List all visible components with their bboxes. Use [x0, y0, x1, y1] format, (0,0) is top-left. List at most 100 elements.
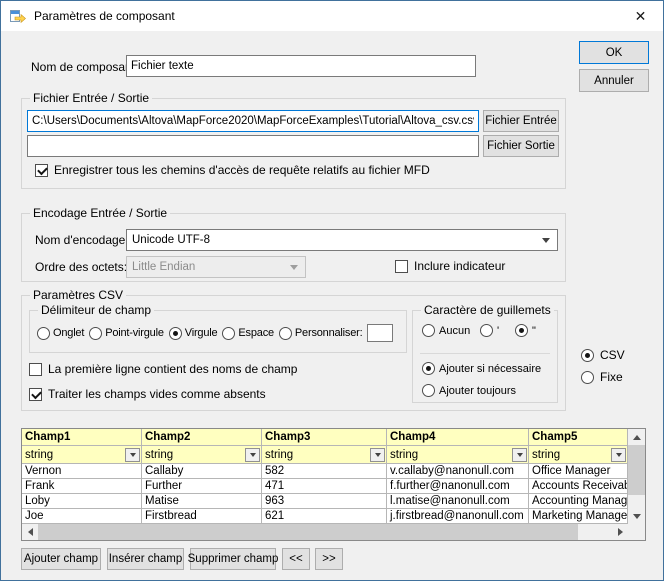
first-row-names-label: La première ligne contient des noms de c… — [48, 362, 297, 376]
chevron-down-icon[interactable] — [611, 448, 626, 462]
type-value: string — [390, 449, 418, 461]
checkbox-icon — [395, 260, 408, 273]
grid-cell[interactable]: Callaby — [142, 464, 262, 479]
encoding-name-dropdown[interactable]: Unicode UTF-8 — [126, 229, 558, 251]
radio-format-csv-label: CSV — [600, 348, 625, 362]
grid-cell[interactable]: Joe — [22, 509, 142, 524]
grid-cell[interactable]: Office Manager — [529, 464, 628, 479]
radio-format-csv[interactable]: CSV — [581, 348, 625, 362]
scroll-left-icon[interactable] — [22, 524, 38, 540]
scrollbar-corner — [628, 524, 645, 540]
radio-icon — [222, 327, 235, 340]
vertical-scrollbar[interactable] — [628, 429, 645, 524]
csv-settings-group-title: Paramètres CSV — [30, 288, 126, 302]
radio-semicolon[interactable]: Point-virgule — [89, 327, 164, 340]
radio-add-if-needed[interactable]: Ajouter si nécessaire — [422, 362, 541, 375]
output-file-button[interactable]: Fichier Sortie — [483, 135, 559, 157]
grid-cell[interactable]: Loby — [22, 494, 142, 509]
column-header[interactable]: Champ5 — [529, 429, 628, 446]
grid-cell[interactable]: Further — [142, 479, 262, 494]
table-row: Joe Firstbread 621 j.firstbread@nanonull… — [22, 509, 628, 524]
type-cell[interactable]: string — [22, 446, 142, 464]
grid-cell[interactable]: f.further@nanonull.com — [387, 479, 529, 494]
type-row: string string string string string — [22, 446, 628, 464]
grid-cell[interactable]: 621 — [262, 509, 387, 524]
type-cell[interactable]: string — [387, 446, 529, 464]
input-file-button[interactable]: Fichier Entrée — [483, 110, 559, 132]
empty-as-absent-checkbox[interactable]: Traiter les champs vides comme absents — [29, 387, 266, 401]
column-header[interactable]: Champ2 — [142, 429, 262, 446]
output-file-path-field[interactable] — [27, 135, 479, 157]
radio-quote-none-label: Aucun — [439, 325, 470, 337]
add-field-button[interactable]: Ajouter champ — [21, 548, 101, 570]
grid-cell[interactable]: Vernon — [22, 464, 142, 479]
move-left-button[interactable]: << — [282, 548, 310, 570]
custom-delimiter-input[interactable] — [367, 324, 393, 342]
delimiter-group: Délimiteur de champ Onglet Point-virgule… — [29, 310, 407, 353]
radio-add-if-needed-label: Ajouter si nécessaire — [439, 363, 541, 375]
grid-cell[interactable]: 471 — [262, 479, 387, 494]
chevron-down-icon[interactable] — [370, 448, 385, 462]
scrollbar-thumb[interactable] — [628, 445, 645, 495]
titlebar: Paramètres de composant ✕ — [1, 1, 663, 31]
grid-cell[interactable]: Accounting Manager — [529, 494, 628, 509]
radio-comma[interactable]: Virgule — [169, 327, 218, 340]
radio-icon — [279, 327, 292, 340]
ok-button[interactable]: OK — [579, 41, 649, 64]
radio-quote-none[interactable]: Aucun — [422, 324, 470, 337]
save-relative-paths-checkbox[interactable]: Enregistrer tous les chemins d'accès de … — [35, 163, 430, 177]
grid-cell[interactable]: Matise — [142, 494, 262, 509]
chevron-down-icon[interactable] — [512, 448, 527, 462]
radio-semicolon-label: Point-virgule — [105, 327, 164, 339]
grid-cell[interactable]: 582 — [262, 464, 387, 479]
component-name-input[interactable] — [126, 55, 476, 77]
grid-cell[interactable]: Frank — [22, 479, 142, 494]
radio-add-always-label: Ajouter toujours — [439, 385, 516, 397]
radio-custom[interactable]: Personnaliser: — [279, 327, 363, 340]
column-header[interactable]: Champ1 — [22, 429, 142, 446]
horizontal-scrollbar[interactable] — [22, 524, 628, 540]
column-header[interactable]: Champ4 — [387, 429, 529, 446]
radio-icon — [422, 384, 435, 397]
type-cell[interactable]: string — [262, 446, 387, 464]
grid-cell[interactable]: 963 — [262, 494, 387, 509]
move-right-button[interactable]: >> — [315, 548, 343, 570]
component-name-label: Nom de composant: — [31, 60, 138, 74]
radio-format-fixed[interactable]: Fixe — [581, 370, 623, 384]
first-row-names-checkbox[interactable]: La première ligne contient des noms de c… — [29, 362, 297, 376]
delete-field-button[interactable]: Supprimer champ — [190, 548, 276, 570]
insert-field-button[interactable]: Insérer champ — [107, 548, 184, 570]
grid-cell[interactable]: j.firstbread@nanonull.com — [387, 509, 529, 524]
grid-cell[interactable]: v.callaby@nanonull.com — [387, 464, 529, 479]
scrollbar-thumb[interactable] — [38, 524, 578, 540]
radio-comma-label: Virgule — [185, 327, 218, 339]
cancel-button[interactable]: Annuler — [579, 69, 649, 92]
close-button[interactable]: ✕ — [618, 1, 663, 31]
radio-icon — [169, 327, 182, 340]
grid-cell[interactable]: Accounts Receivable — [529, 479, 628, 494]
chevron-down-icon[interactable] — [125, 448, 140, 462]
type-value: string — [265, 449, 293, 461]
type-cell[interactable]: string — [529, 446, 628, 464]
radio-space[interactable]: Espace — [222, 327, 274, 340]
grid-cell[interactable]: Firstbread — [142, 509, 262, 524]
component-settings-dialog: Paramètres de composant ✕ Nom de composa… — [0, 0, 664, 581]
chevron-down-icon[interactable] — [245, 448, 260, 462]
scroll-down-icon[interactable] — [628, 508, 645, 524]
column-header[interactable]: Champ3 — [262, 429, 387, 446]
field-grid: Champ1 Champ2 Champ3 Champ4 Champ5 strin… — [21, 428, 646, 541]
scroll-right-icon[interactable] — [612, 524, 628, 540]
grid-cell[interactable]: l.matise@nanonull.com — [387, 494, 529, 509]
scroll-up-icon[interactable] — [628, 429, 645, 445]
radio-tab[interactable]: Onglet — [37, 327, 84, 340]
input-file-path-field[interactable] — [27, 110, 479, 132]
include-bom-checkbox[interactable]: Inclure indicateur — [395, 259, 505, 273]
radio-quote-single[interactable]: ' — [480, 324, 499, 337]
radio-quote-double[interactable]: " — [515, 324, 536, 337]
radio-custom-label: Personnaliser: — [295, 327, 363, 339]
grid-cell[interactable]: Marketing Manager — [529, 509, 628, 524]
radio-add-always[interactable]: Ajouter toujours — [422, 384, 516, 397]
encoding-name-label: Nom d'encodage: — [35, 233, 129, 247]
type-cell[interactable]: string — [142, 446, 262, 464]
table-row: Vernon Callaby 582 v.callaby@nanonull.co… — [22, 464, 628, 479]
